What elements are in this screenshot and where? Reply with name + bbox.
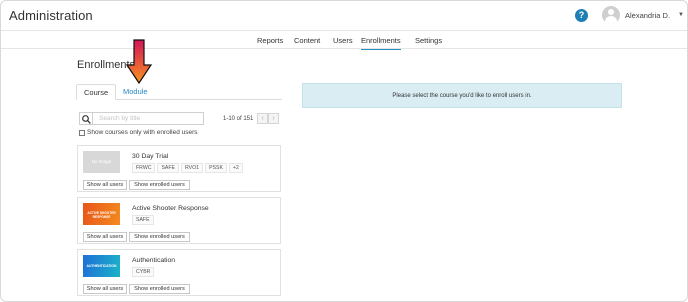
- tab-module[interactable]: Module: [116, 84, 155, 100]
- show-enrolled-users-button[interactable]: Show enrolled users: [129, 284, 190, 294]
- search-button[interactable]: [79, 112, 92, 125]
- previous-page-button[interactable]: ‹: [257, 113, 268, 124]
- app-window: Administration ? Alexandria D. ▼ Reports…: [0, 0, 688, 302]
- course-tags: SAFE: [132, 215, 154, 225]
- course-tag: FRWC: [132, 163, 156, 173]
- course-tag: RVO1: [181, 163, 204, 173]
- search-icon: [82, 115, 91, 124]
- pagination-info: 1-10 of 151: [223, 116, 254, 122]
- info-message: Please select the course you'd like to e…: [302, 83, 622, 108]
- course-title: Authentication: [132, 257, 176, 264]
- main-nav: Reports Content Users Enrollments Settin…: [1, 31, 687, 50]
- course-tags: FRWC SAFE RVO1 PSSK +2: [132, 163, 243, 173]
- course-tag-more[interactable]: +2: [228, 163, 243, 173]
- nav-item-content[interactable]: Content: [294, 36, 320, 49]
- user-name[interactable]: Alexandria D.: [625, 11, 670, 20]
- avatar-body-shape: [605, 16, 617, 24]
- nav-item-enrollments[interactable]: Enrollments: [361, 36, 401, 50]
- course-tag: CYBR: [132, 267, 155, 277]
- avatar-head-shape: [608, 9, 614, 15]
- show-all-users-button[interactable]: Show all users: [83, 180, 127, 190]
- filter-checkbox-row[interactable]: Show courses only with enrolled users: [79, 129, 198, 136]
- filter-checkbox[interactable]: [79, 129, 85, 136]
- course-tags: CYBR: [132, 267, 155, 277]
- course-card: ACTIVE SHOOTER RESPONSE Active Shooter R…: [77, 197, 281, 244]
- help-icon[interactable]: ?: [575, 9, 588, 22]
- chevron-down-icon[interactable]: ▼: [678, 12, 684, 18]
- nav-item-settings[interactable]: Settings: [415, 36, 442, 49]
- course-title: 30 Day Trial: [132, 153, 169, 160]
- course-card: No Image 30 Day Trial FRWC SAFE RVO1 PSS…: [77, 145, 281, 192]
- course-tag: PSSK: [205, 163, 227, 173]
- filter-label: Show courses only with enrolled users: [87, 129, 198, 136]
- search-input[interactable]: [92, 112, 204, 125]
- course-thumbnail: ACTIVE SHOOTER RESPONSE: [83, 203, 120, 225]
- nav-item-users[interactable]: Users: [333, 36, 353, 49]
- annotation-arrow-icon: [125, 39, 153, 85]
- course-card: AUTHENTICATION Authentication CYBR Show …: [77, 249, 281, 296]
- avatar[interactable]: [602, 6, 620, 24]
- course-thumbnail: AUTHENTICATION: [83, 255, 120, 277]
- tab-bar: Course Module: [76, 84, 282, 100]
- nav-item-reports[interactable]: Reports: [257, 36, 283, 49]
- course-title: Active Shooter Response: [132, 205, 209, 212]
- show-enrolled-users-button[interactable]: Show enrolled users: [129, 180, 190, 190]
- course-thumbnail: No Image: [83, 151, 120, 173]
- tab-course[interactable]: Course: [76, 84, 117, 100]
- top-bar: Administration ? Alexandria D. ▼: [1, 1, 687, 31]
- course-tag: SAFE: [132, 215, 154, 225]
- next-page-button[interactable]: ›: [268, 113, 279, 124]
- show-all-users-button[interactable]: Show all users: [83, 232, 127, 242]
- show-all-users-button[interactable]: Show all users: [83, 284, 127, 294]
- app-title: Administration: [9, 8, 93, 23]
- course-tag: SAFE: [157, 163, 180, 173]
- show-enrolled-users-button[interactable]: Show enrolled users: [129, 232, 190, 242]
